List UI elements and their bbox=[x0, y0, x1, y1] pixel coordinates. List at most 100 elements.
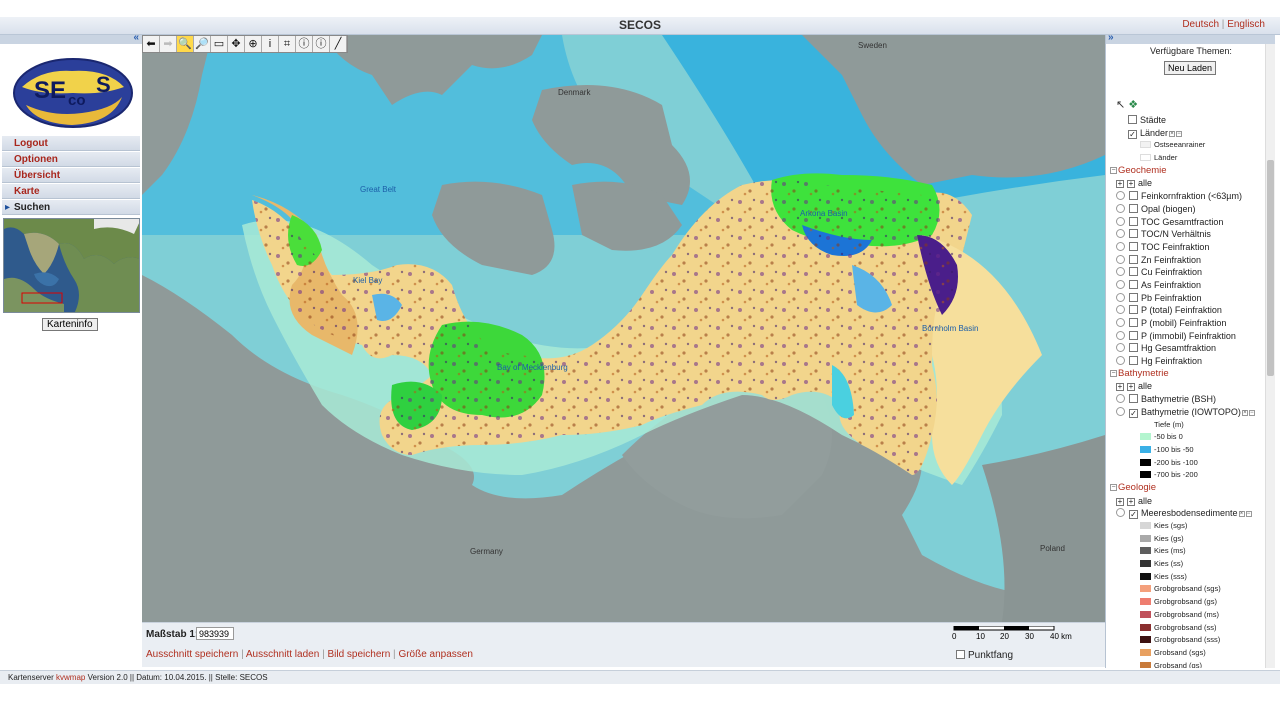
layer-checkbox[interactable] bbox=[1129, 356, 1138, 366]
layer-checkbox[interactable] bbox=[1129, 241, 1138, 251]
zoom-extent-icon[interactable]: ▭ bbox=[211, 36, 228, 52]
recenter-icon[interactable]: ⊕ bbox=[245, 36, 262, 52]
menu-optionen[interactable]: Optionen bbox=[2, 151, 140, 167]
layer-options-icon[interactable]: × bbox=[1169, 130, 1176, 137]
select-all-icon[interactable]: + bbox=[1127, 497, 1135, 506]
layer-radio[interactable] bbox=[1116, 267, 1125, 277]
right-panel-collapse-bar[interactable]: » bbox=[1106, 35, 1275, 44]
identify-icon[interactable]: ⓘ bbox=[313, 36, 330, 52]
info-icon[interactable]: i bbox=[262, 36, 279, 52]
layer-radio[interactable] bbox=[1116, 394, 1125, 404]
layer-checkbox[interactable] bbox=[1129, 279, 1138, 289]
all-label: alle bbox=[1138, 381, 1153, 392]
layer-checkbox[interactable] bbox=[1129, 254, 1138, 264]
layer-checkbox[interactable] bbox=[1129, 318, 1138, 327]
layer-checkbox[interactable] bbox=[1129, 305, 1138, 315]
layer-collapse-icon[interactable]: − bbox=[1176, 130, 1183, 137]
bild-speichern-link[interactable]: Bild speichern bbox=[327, 649, 390, 660]
expand-all-icon[interactable]: + bbox=[1116, 180, 1124, 189]
expand-all-icon[interactable]: + bbox=[1116, 497, 1124, 506]
legend-entry: -700 bis -200 bbox=[1106, 469, 1266, 482]
ausschnitt-speichern-link[interactable]: Ausschnitt speichern bbox=[146, 649, 238, 660]
layer-radio[interactable] bbox=[1116, 356, 1125, 366]
layer-checkbox[interactable] bbox=[1129, 292, 1138, 302]
layer-checkbox[interactable]: ✓ bbox=[1129, 510, 1138, 520]
layer-radio[interactable] bbox=[1116, 292, 1125, 302]
layer-radio[interactable] bbox=[1116, 330, 1125, 340]
layer-radio[interactable] bbox=[1116, 406, 1125, 416]
menu-logout[interactable]: Logout bbox=[2, 135, 140, 151]
ausschnitt-laden-link[interactable]: Ausschnitt laden bbox=[246, 649, 319, 660]
reload-button[interactable]: Neu Laden bbox=[1164, 61, 1217, 75]
menu-uebersicht[interactable]: Übersicht bbox=[2, 167, 140, 183]
layer-options-icon[interactable]: × bbox=[1241, 409, 1248, 416]
measure-icon[interactable]: ╱ bbox=[330, 36, 347, 52]
scrollbar-thumb[interactable] bbox=[1267, 160, 1274, 376]
zoom-out-icon[interactable]: 🔎 bbox=[194, 36, 211, 52]
layer-panel-scrollbar[interactable] bbox=[1265, 44, 1275, 668]
layer-label: P (mobil) Feinfraktion bbox=[1141, 318, 1227, 328]
layer-checkbox[interactable] bbox=[1129, 330, 1138, 340]
layer-radio[interactable] bbox=[1116, 279, 1125, 289]
layer-checkbox[interactable] bbox=[1129, 191, 1138, 201]
collapse-group-icon[interactable]: − bbox=[1110, 369, 1117, 377]
lang-englisch-link[interactable]: Englisch bbox=[1227, 19, 1265, 30]
layer-checkbox[interactable] bbox=[1129, 267, 1138, 277]
layer-radio[interactable] bbox=[1116, 203, 1125, 213]
layer-radio[interactable] bbox=[1116, 216, 1125, 226]
layer-checkbox[interactable] bbox=[1129, 343, 1138, 353]
expand-all-icon[interactable]: + bbox=[1116, 383, 1124, 392]
forward-icon[interactable]: ➡ bbox=[160, 36, 177, 52]
layer-checkbox[interactable]: ✓ bbox=[1129, 408, 1138, 418]
layer-item: ✓ Meeresbodensedimente × − bbox=[1106, 507, 1266, 520]
scale-input[interactable] bbox=[196, 627, 234, 640]
collapse-group-icon[interactable]: − bbox=[1110, 166, 1117, 174]
collapse-left-icon[interactable]: « bbox=[133, 32, 139, 43]
layer-radio[interactable] bbox=[1116, 191, 1125, 201]
layer-radio[interactable] bbox=[1116, 254, 1125, 264]
layers-icon[interactable]: ❖ bbox=[1128, 99, 1138, 111]
map-canvas[interactable]: Sweden Denmark Great Belt Kiel Bay Arkon… bbox=[142, 35, 1105, 622]
collapse-right-icon[interactable]: » bbox=[1108, 35, 1114, 43]
layer-options-icon[interactable]: × bbox=[1238, 511, 1245, 518]
back-icon[interactable]: ⬅ bbox=[143, 36, 160, 52]
main-menu: Logout Optionen Übersicht Karte Suchen bbox=[2, 135, 140, 215]
collapse-group-icon[interactable]: − bbox=[1110, 483, 1117, 491]
layer-label: Bathymetrie (BSH) bbox=[1141, 394, 1217, 405]
left-panel-collapse-bar[interactable]: « bbox=[0, 32, 142, 44]
punktfang-checkbox[interactable] bbox=[956, 650, 965, 659]
layer-checkbox[interactable] bbox=[1128, 115, 1137, 124]
layer-checkbox[interactable] bbox=[1129, 394, 1138, 404]
select-all-icon[interactable]: + bbox=[1127, 180, 1135, 189]
layer-checkbox[interactable] bbox=[1129, 203, 1138, 213]
layer-checkbox[interactable] bbox=[1129, 229, 1138, 239]
layer-radio[interactable] bbox=[1116, 343, 1125, 353]
status-brand[interactable]: kvwmap bbox=[56, 673, 85, 682]
pan-icon[interactable]: ✥ bbox=[228, 36, 245, 52]
legend-label: Kies (sss) bbox=[1154, 571, 1187, 581]
menu-suchen[interactable]: Suchen bbox=[2, 199, 140, 215]
layer-radio[interactable] bbox=[1116, 318, 1125, 327]
legend-label: Kies (ss) bbox=[1154, 559, 1184, 569]
query-icon[interactable]: ⓘ bbox=[296, 36, 313, 52]
legend-label: Kies (sgs) bbox=[1154, 521, 1188, 530]
karteninfo-button[interactable]: Karteninfo bbox=[42, 318, 98, 331]
layer-radio[interactable] bbox=[1116, 229, 1125, 239]
lang-deutsch-link[interactable]: Deutsch bbox=[1182, 19, 1219, 30]
select-area-icon[interactable]: ⌗ bbox=[279, 36, 296, 52]
layer-checkbox[interactable]: ✓ bbox=[1128, 129, 1137, 139]
groesse-anpassen-link[interactable]: Größe anpassen bbox=[398, 649, 473, 660]
layer-checkbox[interactable] bbox=[1129, 216, 1138, 226]
legend-label: Kies (ms) bbox=[1154, 546, 1186, 556]
layer-radio[interactable] bbox=[1116, 508, 1125, 518]
overview-map[interactable] bbox=[3, 218, 140, 313]
cursor-info-icon[interactable]: ↖ bbox=[1116, 99, 1125, 111]
menu-karte[interactable]: Karte bbox=[2, 183, 140, 199]
select-all-icon[interactable]: + bbox=[1127, 383, 1135, 392]
punktfang-toggle[interactable]: Punktfang bbox=[956, 650, 1013, 661]
layer-radio[interactable] bbox=[1116, 241, 1125, 251]
zoom-in-icon[interactable]: 🔍 bbox=[177, 36, 194, 52]
layer-collapse-icon[interactable]: − bbox=[1248, 409, 1255, 416]
layer-collapse-icon[interactable]: − bbox=[1245, 511, 1252, 518]
layer-radio[interactable] bbox=[1116, 305, 1125, 315]
